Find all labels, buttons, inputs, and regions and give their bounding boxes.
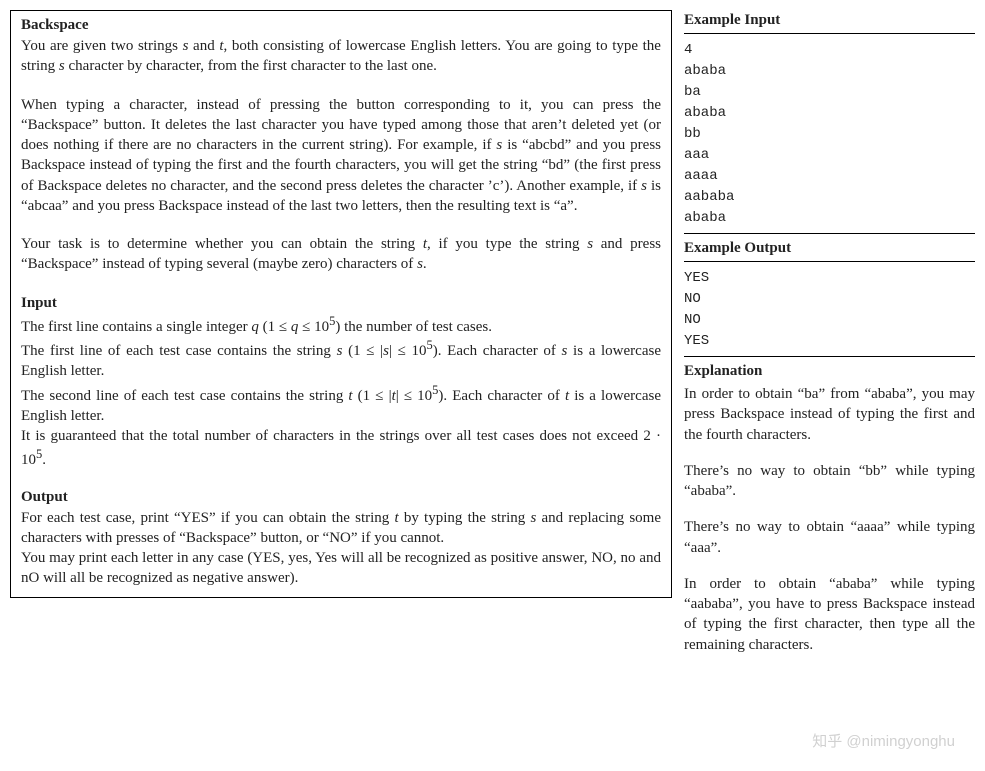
output-p1: For each test case, print “YES” if you c… [21, 508, 661, 549]
output-section: Output For each test case, print “YES” i… [21, 489, 661, 589]
input-line-3: The second line of each test case contai… [21, 382, 661, 427]
example-output-heading: Example Output [684, 240, 975, 257]
output-heading: Output [21, 489, 661, 506]
explanation-heading: Explanation [684, 363, 975, 380]
input-l2a: The first line of each test case contain… [21, 343, 427, 359]
watermark-text: 知乎 @nimingyonghu [812, 730, 955, 751]
explanation-p4: In order to obtain “ababa” while typing … [684, 574, 975, 655]
example-output-block: YES NO NO YES [684, 268, 975, 352]
input-l1b: ) the number of test cases. [335, 319, 492, 335]
input-l1a: The first line contains a single integer… [21, 319, 329, 335]
input-line-2: The first line of each test case contain… [21, 337, 661, 382]
description-text: When typing a character, instead of pres… [21, 97, 661, 214]
explanation-p3: There’s no way to obtain “aaaa” while ty… [684, 517, 975, 558]
input-l4b: . [42, 452, 46, 468]
task-text: Your task is to determine whether you ca… [21, 236, 661, 272]
example-input-block: 4 ababa ba ababa bb aaa aaaa aababa abab… [684, 40, 975, 229]
problem-title: Backspace [21, 17, 661, 34]
output-p2: You may print each letter in any case (Y… [21, 548, 661, 589]
input-l4a: It is guaranteed that the total number o… [21, 428, 661, 468]
page-container: Backspace You are given two strings s an… [10, 10, 975, 655]
rule [684, 33, 975, 34]
rule [684, 356, 975, 357]
task-paragraph: Your task is to determine whether you ca… [21, 234, 661, 275]
explanation-p1: In order to obtain “ba” from “ababa”, yo… [684, 384, 975, 445]
input-section: Input The first line contains a single i… [21, 293, 661, 471]
input-l3a: The second line of each test case contai… [21, 388, 432, 404]
rule [684, 233, 975, 234]
example-input-heading: Example Input [684, 12, 975, 29]
explanation-p2: There’s no way to obtain “bb” while typi… [684, 461, 975, 502]
input-line-4: It is guaranteed that the total number o… [21, 426, 661, 471]
problem-statement-box: Backspace You are given two strings s an… [10, 10, 672, 598]
intro-text: You are given two strings s and t, both … [21, 38, 661, 74]
input-heading: Input [21, 293, 661, 313]
example-column: Example Input 4 ababa ba ababa bb aaa aa… [684, 10, 975, 655]
rule [684, 261, 975, 262]
input-line-1: The first line contains a single integer… [21, 313, 661, 337]
intro-paragraph: You are given two strings s and t, both … [21, 36, 661, 77]
description-paragraph: When typing a character, instead of pres… [21, 95, 661, 217]
